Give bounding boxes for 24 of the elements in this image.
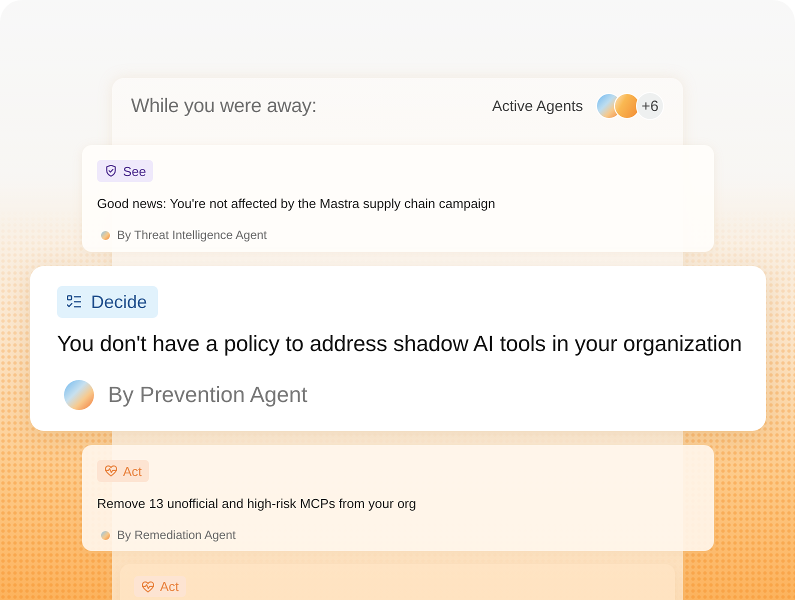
alert-title: Remove 13 unofficial and high-risk MCPs from your org <box>97 495 418 512</box>
feed-card[interactable]: Decide You don't have a policy to address shadow AI tools in your organization By Prevention Agent <box>30 266 766 431</box>
heart-pulse-icon <box>105 465 117 477</box>
active-agents-label: Active Agents <box>492 98 583 114</box>
agent-orb-icon <box>64 380 94 410</box>
panel-title: While you were away: <box>131 94 317 118</box>
alert-title: Good news: You're not affected by the Mastra supply chain campaign <box>97 195 496 212</box>
agent-attribution: By Prevention Agent <box>108 382 308 408</box>
heart-pulse-icon <box>142 580 154 592</box>
alert-title: You don't have a policy to address shadow AI tools in your organization <box>57 331 743 357</box>
agent-attribution: By Remediation Agent <box>117 527 236 543</box>
agent-attribution: By Threat Intelligence Agent <box>117 227 267 243</box>
category-label: See <box>123 164 146 178</box>
category-label: Act <box>123 464 142 478</box>
category-label: Decide <box>91 292 148 312</box>
agent-orb-icon <box>614 93 640 119</box>
more-agents-count: +6 <box>636 92 664 120</box>
category-label: Act <box>160 579 179 594</box>
shield-check-icon <box>105 165 117 177</box>
feed-card[interactable]: Act Remove 13 unofficial and high-risk MCPs from your org By Remediation Agent <box>82 445 714 551</box>
checklist-icon <box>67 295 81 309</box>
agent-orb-icon <box>101 530 110 540</box>
feed-card[interactable]: See Good news: You're not affected by the Mastra supply chain campaign By Threat Intelligence Agent <box>82 145 714 252</box>
agent-orb-icon <box>101 230 110 240</box>
